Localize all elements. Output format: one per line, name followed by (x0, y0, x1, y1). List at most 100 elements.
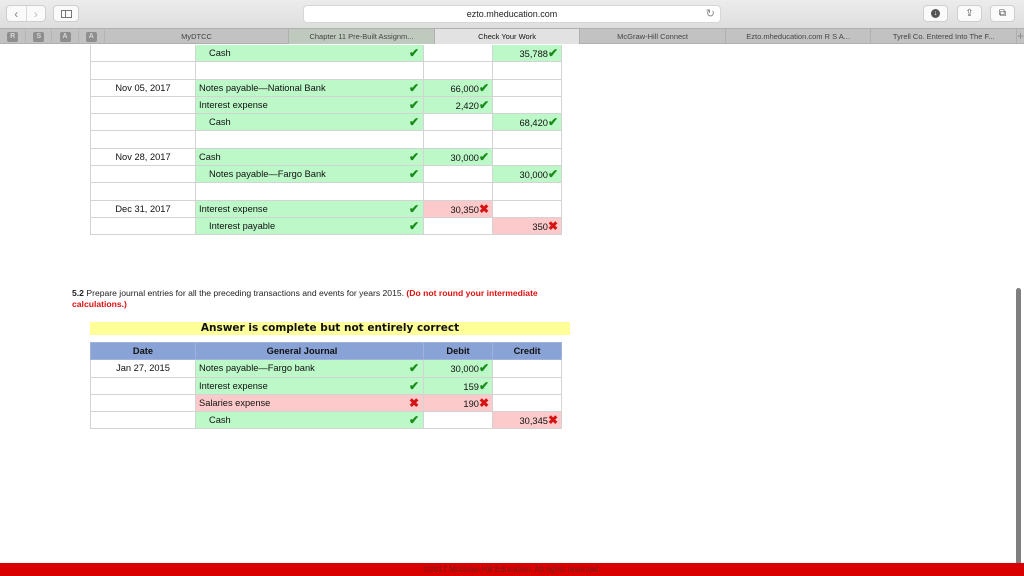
account-cell[interactable] (195, 130, 424, 149)
x-mark-icon: ✖ (478, 201, 489, 216)
checkmark-icon: ✔ (478, 378, 489, 393)
x-mark-icon: ✖ (547, 413, 558, 428)
debit-value: 30,000 (450, 364, 479, 375)
credit-cell[interactable] (492, 78, 562, 97)
account-cell[interactable]: Notes payable—Fargo bank ✔ (195, 359, 424, 378)
header-date: Date (90, 341, 196, 361)
vertical-scrollbar[interactable] (1016, 288, 1021, 573)
favorite-item[interactable]: S (26, 29, 53, 44)
credit-cell[interactable]: 350✖ (492, 216, 562, 236)
credit-cell[interactable] (492, 199, 562, 218)
question-text: Prepare journal entries for all the prec… (86, 288, 405, 298)
debit-cell[interactable]: 30,000✔ (423, 359, 493, 378)
show-tabs-button[interactable]: ⧉ (990, 5, 1015, 22)
tab-mcgraw-hill-connect[interactable]: McGraw-Hill Connect (580, 29, 726, 44)
address-bar[interactable]: ezto.mheducation.com ↻ (303, 5, 721, 23)
checkmark-icon: ✔ (408, 378, 419, 393)
account-cell[interactable]: Salaries expense ✖ (195, 393, 424, 413)
checkmark-icon: ✔ (408, 80, 419, 95)
favorite-item[interactable]: R (0, 29, 27, 44)
tab-check-your-work[interactable]: Check Your Work (434, 29, 581, 44)
back-button[interactable]: ‹ (7, 6, 26, 21)
share-button[interactable]: ⇪ (957, 5, 982, 22)
header-debit: Debit (423, 341, 493, 361)
account-cell[interactable]: Notes payable—National Bank ✔ (195, 78, 424, 97)
debit-cell[interactable]: 30,350✖ (423, 199, 493, 218)
download-icon: ↓ (931, 9, 940, 18)
table-row: Interest payable ✔ 350✖ (90, 216, 562, 236)
checkmark-icon: ✔ (408, 149, 419, 164)
debit-cell[interactable]: 30,000✔ (423, 147, 493, 167)
checkmark-icon: ✔ (408, 167, 419, 182)
credit-cell[interactable] (492, 393, 562, 413)
tab-tyrell[interactable]: Tyrell Co. Entered Into The F... (871, 29, 1017, 44)
tab-chapter-11[interactable]: Chapter 11 Pre-Built Assignm... (289, 29, 435, 44)
table-row: Cash ✔ 35,788✔ (90, 45, 562, 63)
debit-cell[interactable] (423, 113, 493, 132)
tab-ezto[interactable]: Ezto.mheducation.com R S A... (726, 29, 872, 44)
favicon: S (33, 31, 45, 42)
account-cell[interactable]: Interest expense ✔ (195, 95, 424, 115)
favorite-item[interactable]: A (79, 29, 105, 44)
credit-cell[interactable]: 30,000✔ (492, 165, 562, 184)
debit-cell[interactable]: 2,420✔ (423, 95, 493, 115)
account-cell[interactable] (195, 61, 424, 80)
table-row: Interest expense ✔ 159✔ (90, 376, 562, 395)
account-cell[interactable]: Cash ✔ (195, 45, 424, 63)
chevron-right-icon: › (33, 6, 38, 21)
downloads-button[interactable]: ↓ (923, 5, 948, 22)
sidebar-toggle-button[interactable] (53, 5, 79, 22)
credit-cell[interactable] (492, 61, 562, 80)
credit-cell[interactable]: 35,788✔ (492, 45, 562, 63)
account-cell[interactable]: Cash ✔ (195, 411, 424, 430)
debit-cell[interactable] (423, 165, 493, 184)
new-tab-button[interactable]: + (1017, 29, 1024, 43)
credit-cell[interactable] (492, 95, 562, 115)
checkmark-icon: ✔ (408, 218, 419, 233)
credit-cell[interactable] (492, 359, 562, 378)
table-row: Cash ✔ 30,345✖ (90, 411, 562, 430)
debit-cell[interactable] (423, 61, 493, 80)
account-cell[interactable]: Interest expense ✔ (195, 199, 424, 218)
account-cell[interactable]: Interest expense ✔ (195, 376, 424, 395)
account-cell[interactable]: Interest payable ✔ (195, 216, 424, 236)
credit-cell[interactable] (492, 130, 562, 149)
debit-cell[interactable] (423, 130, 493, 149)
checkmark-icon: ✔ (408, 46, 419, 60)
question-number: 5.2 (72, 288, 84, 298)
debit-value: 2,420 (455, 101, 479, 112)
credit-cell[interactable]: 30,345✖ (492, 411, 562, 430)
credit-cell[interactable] (492, 376, 562, 395)
favicon: R (7, 31, 19, 42)
debit-cell[interactable]: 159✔ (423, 376, 493, 395)
debit-cell[interactable]: 66,000✔ (423, 78, 493, 97)
debit-value: 66,000 (450, 83, 479, 94)
debit-cell[interactable] (423, 182, 493, 201)
tabs-icon: ⧉ (998, 8, 1007, 19)
credit-cell[interactable] (492, 147, 562, 167)
debit-cell[interactable]: 190✖ (423, 393, 493, 413)
favorite-item[interactable]: A (52, 29, 79, 44)
forward-button[interactable]: › (25, 6, 46, 21)
account-cell[interactable]: Notes payable—Fargo Bank ✔ (195, 165, 424, 184)
debit-cell[interactable] (423, 45, 493, 63)
credit-cell[interactable] (492, 182, 562, 201)
reload-icon[interactable]: ↻ (706, 7, 715, 20)
account-cell[interactable]: Cash ✔ (195, 147, 424, 167)
account-text: Cash (199, 151, 221, 162)
page-content: Cash ✔ 35,788✔ Nov 05, 2017 Notes payable—Na… (0, 45, 1024, 565)
credit-cell[interactable]: 68,420✔ (492, 113, 562, 132)
debit-cell[interactable] (423, 216, 493, 236)
checkmark-icon: ✔ (478, 98, 489, 113)
checkmark-icon: ✔ (408, 413, 419, 428)
account-cell[interactable] (195, 182, 424, 201)
debit-cell[interactable] (423, 411, 493, 430)
account-cell[interactable]: Cash ✔ (195, 113, 424, 132)
tab-mydtcc[interactable]: MyDTCC (105, 29, 290, 44)
favicon: A (59, 31, 71, 42)
date-cell: Nov 28, 2017 (90, 147, 196, 167)
debit-value: 30,350 (450, 204, 479, 215)
account-text: Cash (209, 415, 231, 426)
checkmark-icon: ✔ (547, 46, 558, 61)
date-cell (90, 165, 196, 184)
